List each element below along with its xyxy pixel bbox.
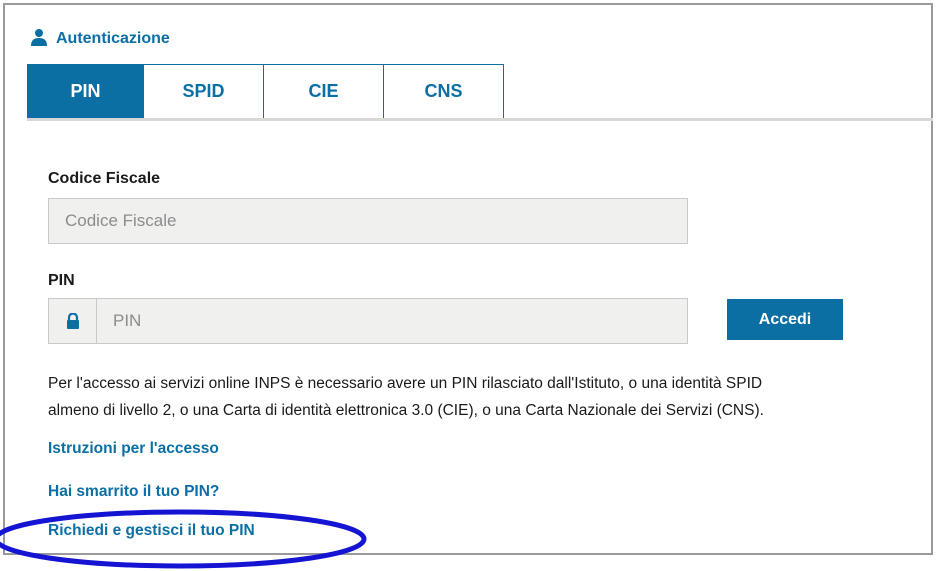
pin-smarrito-link[interactable]: Hai smarrito il tuo PIN? <box>48 483 219 501</box>
codice-fiscale-field <box>48 198 688 244</box>
user-icon <box>30 28 48 51</box>
info-text: Per l'accesso ai servizi online INPS è n… <box>48 370 928 424</box>
codice-fiscale-label: Codice Fiscale <box>48 170 161 187</box>
tabs-divider <box>27 118 933 121</box>
pin-field <box>48 298 688 344</box>
info-line-1: Per l'accesso ai servizi online INPS è n… <box>48 375 763 392</box>
richiedi-pin-link[interactable]: Richiedi e gestisci il tuo PIN <box>48 522 255 540</box>
pin-input[interactable] <box>97 299 687 343</box>
info-line-2: almeno di livello 2, o una Carta di iden… <box>48 402 764 419</box>
pin-label: PIN <box>48 272 75 289</box>
tab-spid[interactable]: SPID <box>144 64 264 119</box>
lock-icon <box>49 299 97 343</box>
auth-header: Autenticazione <box>30 27 170 51</box>
tab-pin[interactable]: PIN <box>27 64 144 119</box>
accedi-button[interactable]: Accedi <box>727 299 843 340</box>
codice-fiscale-input[interactable] <box>49 199 687 243</box>
auth-tabs: PIN SPID CIE CNS <box>27 64 504 119</box>
tab-cie[interactable]: CIE <box>264 64 384 119</box>
tab-cns[interactable]: CNS <box>384 64 504 119</box>
auth-title: Autenticazione <box>56 30 170 47</box>
istruzioni-link[interactable]: Istruzioni per l'accesso <box>48 440 219 458</box>
